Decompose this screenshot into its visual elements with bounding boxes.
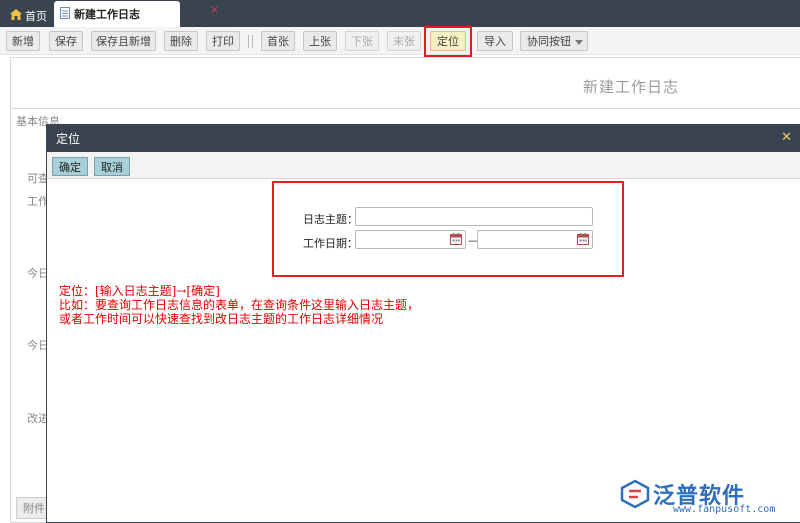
last-record-button[interactable]: 末张 bbox=[387, 31, 421, 51]
first-record-button[interactable]: 首张 bbox=[261, 31, 295, 51]
date-from-input[interactable] bbox=[355, 230, 466, 249]
print-button[interactable]: 打印 bbox=[206, 31, 240, 51]
subject-input[interactable] bbox=[355, 207, 593, 226]
previous-record-button[interactable]: 上张 bbox=[303, 31, 337, 51]
collaborate-dropdown-button[interactable]: 协同按钮 bbox=[520, 31, 588, 51]
locate-highlight-box bbox=[424, 26, 472, 57]
date-to-input[interactable] bbox=[477, 230, 593, 249]
toolbar-separator bbox=[252, 35, 253, 48]
home-icon bbox=[10, 8, 22, 23]
confirm-button[interactable]: 确定 bbox=[52, 157, 88, 176]
delete-button[interactable]: 删除 bbox=[164, 31, 198, 51]
dialog-toolbar: 确定 取消 bbox=[47, 152, 800, 179]
save-and-new-button[interactable]: 保存且新增 bbox=[91, 31, 156, 51]
subject-label: 日志主题： bbox=[303, 213, 358, 226]
cancel-button[interactable]: 取消 bbox=[94, 157, 130, 176]
tab-home-label: 首页 bbox=[25, 9, 47, 23]
brand-logo-icon bbox=[620, 479, 650, 509]
section-divider bbox=[10, 108, 800, 109]
instruction-line-3: 或者工作时间可以快速查找到改日志主题的工作日志详细情况 bbox=[59, 312, 384, 326]
calendar-icon[interactable] bbox=[450, 233, 462, 245]
tab-close-icon[interactable]: × bbox=[210, 3, 219, 16]
form-title: 新建工作日志 bbox=[583, 78, 680, 96]
tab-new-work-log[interactable]: 新建工作日志 × bbox=[54, 1, 219, 27]
document-icon bbox=[60, 6, 71, 22]
query-highlight-box bbox=[272, 181, 624, 277]
next-record-button[interactable]: 下张 bbox=[345, 31, 379, 51]
locate-dialog: 定位 ✕ 确定 取消 日志主题： 工作日期： — 定位：[输入日志主题]→[确定… bbox=[46, 124, 800, 523]
new-button[interactable]: 新增 bbox=[6, 31, 40, 51]
close-icon[interactable]: ✕ bbox=[781, 130, 792, 145]
main-toolbar: 新增 保存 保存且新增 删除 打印 首张 上张 下张 末张 定位 导入 协同按钮 bbox=[0, 27, 800, 55]
top-tab-bar: 首页 新建工作日志 × bbox=[0, 0, 800, 27]
brand-url: www.fanpusoft.com bbox=[673, 504, 776, 515]
dialog-header: 定位 ✕ bbox=[47, 125, 800, 152]
fanpusoft-logo: 泛普软件 www.fanpusoft.com bbox=[617, 475, 797, 515]
calendar-icon[interactable] bbox=[577, 233, 589, 245]
tab-home[interactable]: 首页 bbox=[4, 4, 53, 27]
toolbar-separator bbox=[248, 35, 249, 48]
save-button[interactable]: 保存 bbox=[49, 31, 83, 51]
import-button[interactable]: 导入 bbox=[477, 31, 513, 51]
dialog-title: 定位 bbox=[56, 132, 81, 146]
collaborate-label: 协同按钮 bbox=[527, 35, 571, 48]
date-label: 工作日期： bbox=[303, 237, 358, 250]
tab-active-label: 新建工作日志 bbox=[74, 8, 140, 21]
chevron-down-icon bbox=[575, 35, 583, 48]
